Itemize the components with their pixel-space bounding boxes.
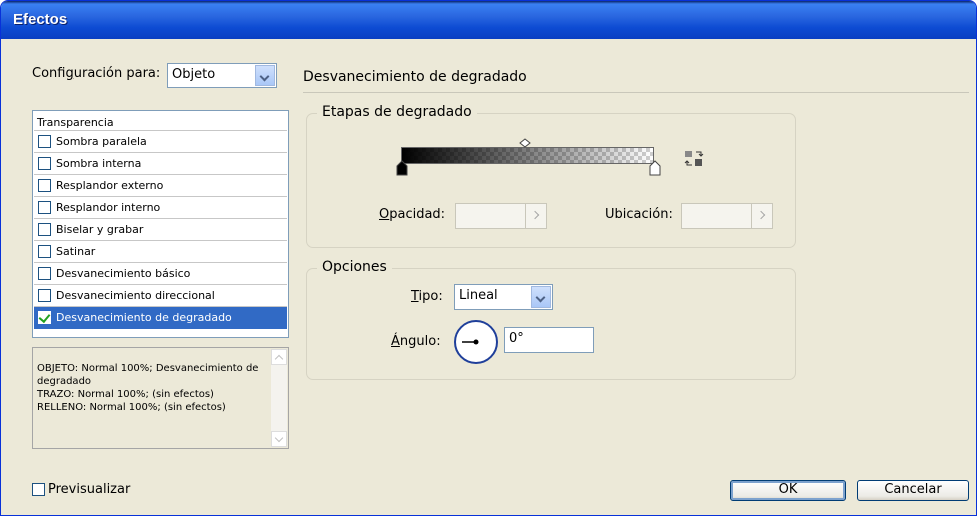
options-group: Opciones Tipo: Lineal Ángulo: 0° — [306, 259, 796, 380]
angle-input-value: 0° — [509, 331, 524, 346]
summary-line: OBJETO: Normal 100%; Desvanecimiento de … — [37, 363, 259, 387]
chevron-down-icon[interactable] — [531, 286, 551, 308]
preview-label: Previsualizar — [48, 482, 131, 497]
chevron-right-icon[interactable] — [525, 204, 546, 228]
list-item[interactable]: Biselar y grabar — [34, 219, 287, 241]
summary-text: OBJETO: Normal 100%; Desvanecimiento de … — [37, 362, 265, 414]
type-select-value: Lineal — [459, 288, 498, 303]
list-item[interactable]: Desvanecimiento direccional — [34, 285, 287, 307]
list-item-label: Sombra interna — [56, 157, 142, 170]
angle-label: Ángulo: — [391, 334, 441, 349]
ok-button[interactable]: OK — [730, 480, 846, 501]
list-item[interactable]: Sombra interna — [34, 153, 287, 175]
location-field[interactable] — [681, 203, 773, 229]
type-label: Tipo: — [411, 289, 443, 304]
config-select[interactable]: Objeto — [167, 63, 277, 88]
preview-checkbox[interactable] — [32, 483, 45, 496]
title-bar[interactable]: Efectos — [1, 1, 976, 39]
scroll-up-icon[interactable] — [271, 349, 287, 365]
checkbox-checked[interactable] — [38, 310, 51, 324]
chevron-down-icon[interactable] — [255, 65, 275, 86]
checkbox[interactable] — [38, 289, 51, 302]
effects-dialog: Efectos Configuración para: Objeto Trans… — [0, 0, 977, 516]
end-stop-icon[interactable] — [649, 160, 661, 176]
chevron-right-icon[interactable] — [751, 204, 772, 228]
list-item-label: Biselar y grabar — [56, 223, 144, 236]
checkbox[interactable] — [38, 135, 51, 148]
gradient-stops-group: Etapas de degradado Opacidad: Ubicación: — [306, 104, 796, 248]
list-item-selected[interactable]: Desvanecimiento de degradado — [34, 307, 287, 329]
angle-dial-icon[interactable] — [453, 319, 499, 365]
list-item-label: Satinar — [56, 245, 96, 258]
checkbox[interactable] — [38, 267, 51, 280]
effects-list: Transparencia Sombra paralela Sombra int… — [32, 110, 289, 338]
gradient-stops-legend: Etapas de degradado — [317, 104, 477, 120]
checkbox[interactable] — [38, 201, 51, 214]
config-select-value: Objeto — [172, 67, 216, 82]
options-legend: Opciones — [317, 259, 392, 275]
list-item-label: Resplandor externo — [56, 179, 164, 192]
checkbox[interactable] — [38, 179, 51, 192]
checkbox[interactable] — [38, 223, 51, 236]
checkbox[interactable] — [38, 157, 51, 170]
list-item-label: Sombra paralela — [56, 135, 147, 148]
list-header-label: Transparencia — [37, 116, 114, 129]
opacity-field[interactable] — [455, 203, 547, 229]
midpoint-diamond-icon[interactable] — [519, 138, 531, 148]
list-item-label: Desvanecimiento básico — [56, 267, 191, 280]
list-item-label: Resplandor interno — [56, 201, 161, 214]
type-select[interactable]: Lineal — [454, 284, 553, 310]
summary-line: TRAZO: Normal 100%; (sin efectos) — [37, 389, 214, 400]
angle-input[interactable]: 0° — [504, 327, 594, 353]
effects-summary: OBJETO: Normal 100%; Desvanecimiento de … — [32, 347, 289, 449]
list-item[interactable]: Desvanecimiento básico — [34, 263, 287, 285]
window-title: Efectos — [13, 11, 68, 28]
list-item-label: Desvanecimiento de degradado — [56, 311, 232, 324]
checkbox[interactable] — [38, 245, 51, 258]
location-label: Ubicación: — [605, 207, 673, 222]
summary-scrollbar[interactable] — [271, 349, 287, 447]
list-header: Transparencia — [34, 111, 287, 131]
cancel-button[interactable]: Cancelar — [857, 480, 969, 501]
config-label: Configuración para: — [32, 66, 161, 81]
list-item[interactable]: Resplandor interno — [34, 197, 287, 219]
section-title: Desvanecimiento de degradado — [303, 69, 527, 85]
summary-line: RELLENO: Normal 100%; (sin efectos) — [37, 402, 226, 413]
scroll-down-icon[interactable] — [271, 431, 287, 447]
list-item[interactable]: Satinar — [34, 241, 287, 263]
opacity-label: Opacidad: — [379, 207, 446, 222]
reverse-gradient-icon[interactable] — [684, 150, 704, 168]
checkmark-icon — [38, 310, 51, 324]
list-item-label: Desvanecimiento direccional — [56, 289, 215, 302]
gradient-ramp[interactable] — [401, 147, 654, 164]
section-divider — [303, 92, 969, 93]
list-item[interactable]: Sombra paralela — [34, 131, 287, 153]
start-stop-icon[interactable] — [396, 160, 408, 176]
list-item[interactable]: Resplandor externo — [34, 175, 287, 197]
